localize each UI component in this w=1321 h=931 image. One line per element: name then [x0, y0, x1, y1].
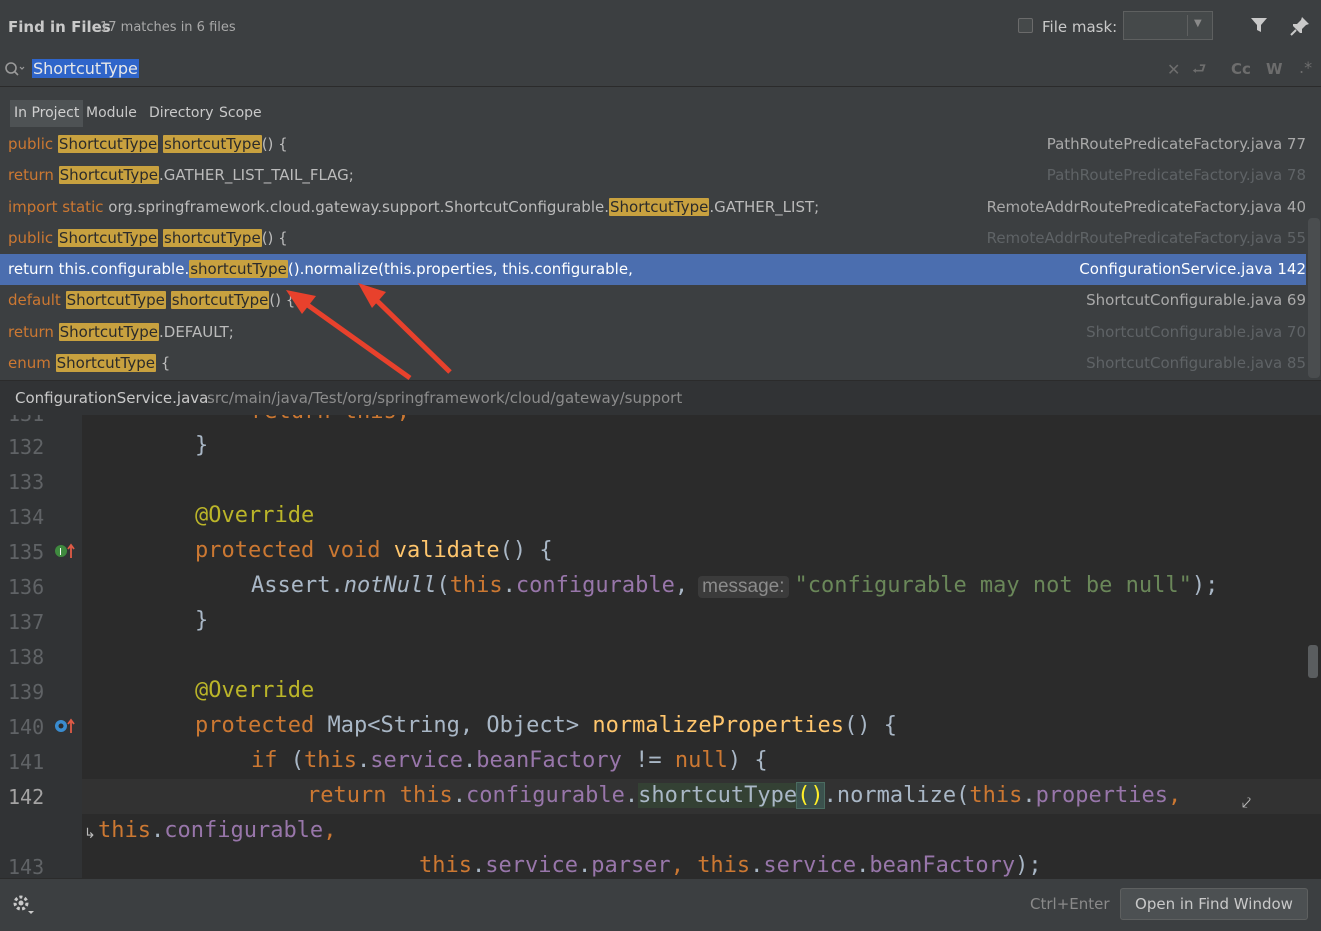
- search-icon[interactable]: [4, 61, 26, 81]
- line-number: 133: [8, 470, 45, 494]
- result-file: PathRoutePredicateFactory.java 78: [1046, 166, 1306, 184]
- result-file: RemoteAddrRoutePredicateFactory.java 40: [986, 198, 1306, 216]
- parameter-hint: message:: [698, 576, 789, 598]
- code-line: }: [195, 433, 209, 458]
- tab-scope[interactable]: Scope: [215, 100, 266, 127]
- tab-module[interactable]: Module: [82, 100, 141, 127]
- file-mask-combo[interactable]: ▼: [1123, 11, 1213, 40]
- result-row[interactable]: enum ShortcutType { ShortcutConfigurable…: [0, 348, 1306, 379]
- results-list: public ShortcutType shortcutType() { Pat…: [0, 129, 1321, 379]
- code-line: if (this.service.beanFactory != null) {: [251, 748, 768, 773]
- code-line: protected void validate() {: [195, 538, 553, 563]
- tab-directory[interactable]: Directory: [145, 100, 218, 127]
- result-file: PathRoutePredicateFactory.java 77: [1046, 135, 1306, 153]
- line-number: 137: [8, 610, 45, 634]
- file-mask-checkbox[interactable]: [1018, 18, 1033, 33]
- result-file: ShortcutConfigurable.java 70: [1086, 323, 1306, 341]
- result-row[interactable]: default ShortcutType shortcutType() { Sh…: [0, 285, 1306, 316]
- line-number: 142: [8, 785, 45, 809]
- override-icon[interactable]: [54, 717, 76, 739]
- code-line: Assert.notNull(this.configurable, message…: [251, 573, 1219, 598]
- newline-icon[interactable]: ⮐: [1192, 58, 1206, 85]
- line-number: 141: [8, 750, 45, 774]
- result-file: ShortcutConfigurable.java 85: [1086, 354, 1306, 372]
- result-file: ShortcutConfigurable.java 69: [1086, 291, 1306, 309]
- result-row[interactable]: public ShortcutType shortcutType() { Pat…: [0, 129, 1306, 160]
- result-row[interactable]: return ShortcutType.GATHER_LIST_TAIL_FLA…: [0, 160, 1306, 191]
- code-line: }: [195, 608, 209, 633]
- result-row-selected[interactable]: return this.configurable.shortcutType().…: [0, 254, 1306, 285]
- result-file: ConfigurationService.java 142: [1079, 260, 1306, 278]
- code-line: this.configurable,: [98, 818, 337, 843]
- results-scrollbar[interactable]: [1308, 218, 1320, 378]
- match-count: 17 matches in 6 files: [100, 20, 236, 35]
- line-number: 134: [8, 505, 45, 529]
- code-line-current: return this.configurable.shortcutType().…: [307, 782, 1182, 809]
- open-in-find-window-button[interactable]: Open in Find Window: [1120, 888, 1308, 920]
- filter-icon[interactable]: [1250, 16, 1268, 38]
- editor-scrollbar[interactable]: [1308, 645, 1318, 678]
- svg-text:I: I: [59, 547, 62, 558]
- code-preview[interactable]: 131 132 133 134 135 136 137 138 139 140 …: [0, 415, 1321, 878]
- result-row[interactable]: import static org.springframework.cloud.…: [0, 192, 1306, 223]
- code-line: @Override: [195, 503, 315, 528]
- line-number: 132: [8, 435, 45, 459]
- line-number: 139: [8, 680, 45, 704]
- file-mask-label[interactable]: File mask:: [1042, 18, 1117, 36]
- line-number: 131: [8, 415, 48, 426]
- code-line: protected Map<String, Object> normalizeP…: [195, 713, 898, 738]
- line-number: 143: [8, 855, 45, 878]
- chevron-down-icon[interactable]: ▼: [1194, 18, 1202, 29]
- words-toggle[interactable]: W: [1266, 60, 1283, 78]
- result-row[interactable]: public ShortcutType shortcutType() { Rem…: [0, 223, 1306, 254]
- result-file: RemoteAddrRoutePredicateFactory.java 55: [986, 229, 1306, 247]
- match-case-toggle[interactable]: Cc: [1231, 60, 1251, 78]
- search-input[interactable]: ShortcutType: [32, 57, 139, 80]
- gear-icon[interactable]: [12, 894, 36, 920]
- code-line: @Override: [195, 678, 315, 703]
- code-line: return this;: [251, 415, 410, 424]
- line-number: 136: [8, 575, 45, 599]
- line-number: 140: [8, 715, 45, 739]
- soft-wrap-icon: ↳: [84, 826, 96, 842]
- pin-icon[interactable]: [1290, 16, 1310, 40]
- line-number: 138: [8, 645, 45, 669]
- dialog-title: Find in Files: [8, 18, 111, 36]
- result-row[interactable]: return ShortcutType.DEFAULT; ShortcutCon…: [0, 317, 1306, 348]
- tab-in-project[interactable]: In Project: [10, 100, 84, 127]
- close-icon[interactable]: ✕: [1167, 60, 1180, 79]
- preview-file-path: src/main/java/Test/org/springframework/c…: [207, 389, 683, 407]
- shortcut-hint: Ctrl+Enter: [1030, 895, 1110, 913]
- preview-file-name: ConfigurationService.java: [15, 389, 209, 407]
- search-bar: [0, 52, 1321, 87]
- line-number: 135: [8, 540, 45, 564]
- code-line: this.service.parser, this.service.beanFa…: [419, 853, 1042, 878]
- implements-icon[interactable]: I: [54, 542, 76, 564]
- regex-icon[interactable]: .*: [1299, 58, 1312, 77]
- soft-wrap-icon: ⤦: [1242, 793, 1252, 812]
